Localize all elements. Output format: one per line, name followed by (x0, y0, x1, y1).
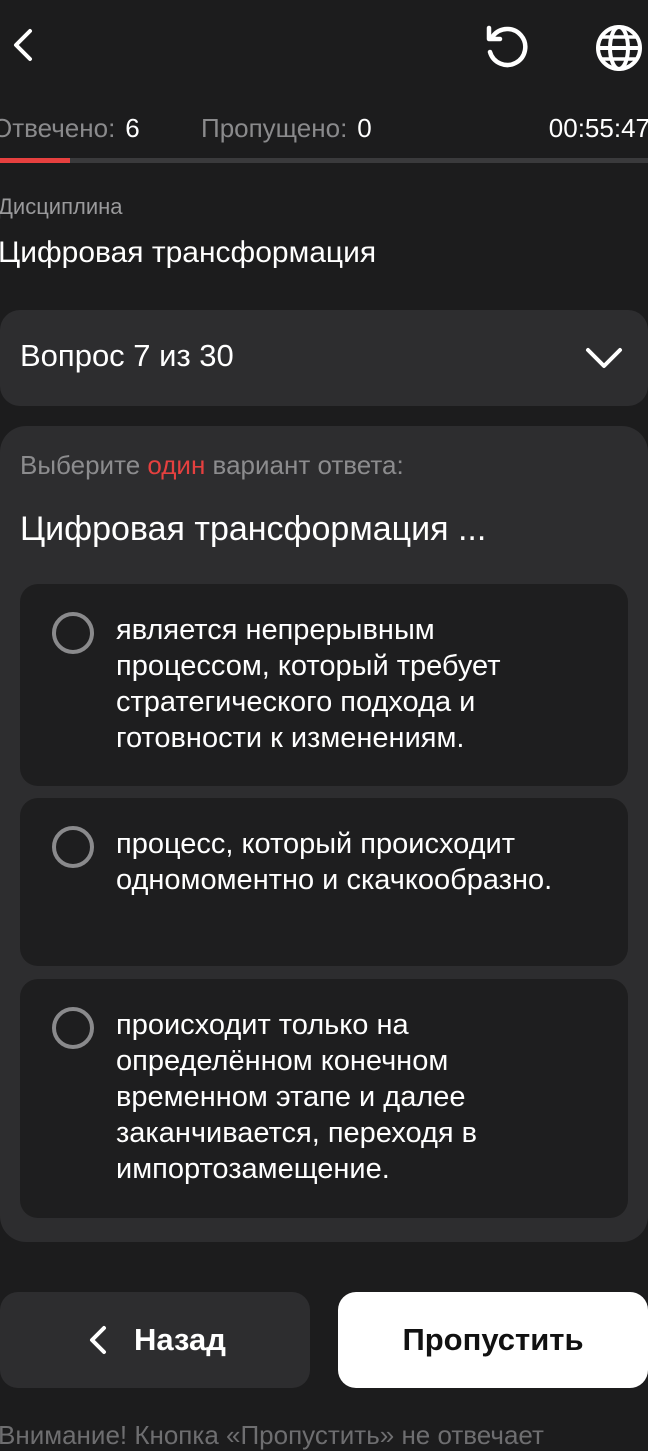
question-card: Выберите один вариант ответа: Цифровая т… (0, 426, 648, 1242)
instruction-text-end: вариант ответа: (205, 450, 404, 480)
discipline-value: Цифровая трансформация (0, 236, 377, 269)
progress-fill (0, 158, 70, 163)
timer: 00:55:47 (548, 113, 648, 143)
answer-option[interactable]: происходит только на определённом конечн… (20, 979, 628, 1218)
answer-option[interactable]: является непрерывным процессом, который … (20, 584, 628, 786)
rotate-ccw-icon (486, 25, 528, 68)
stats-row: Отвечено: 6 Пропущено: 0 00:55:47 (0, 108, 648, 148)
chevron-left-icon (90, 1326, 106, 1354)
question-selector[interactable]: Вопрос 7 из 30 (0, 310, 648, 406)
answer-option[interactable]: процесс, который происходит одномоментно… (20, 798, 628, 966)
question-selector-label: Вопрос 7 из 30 (20, 338, 234, 373)
radio-button[interactable] (52, 826, 94, 868)
previous-button[interactable]: Назад (0, 1292, 310, 1388)
radio-button[interactable] (52, 612, 94, 654)
chevron-left-icon (14, 29, 32, 61)
globe-icon (596, 25, 642, 71)
question-title: Цифровая трансформация ... (20, 510, 487, 548)
answered-label: Отвечено: (0, 113, 116, 143)
skip-button[interactable]: Пропустить (338, 1292, 648, 1388)
answer-option-text: является непрерывным процессом, который … (116, 614, 501, 754)
answer-instruction: Выберите один вариант ответа: (20, 450, 404, 481)
instruction-text-start: Выберите (20, 450, 148, 480)
previous-button-label: Назад (134, 1322, 226, 1357)
instruction-accent: один (147, 450, 206, 480)
skipped-stat: Пропущено: 0 (201, 108, 372, 148)
footer-note: Внимание! Кнопка «Пропустить» не отвечае… (0, 1420, 544, 1450)
answered-stat: Отвечено: 6 (0, 108, 140, 148)
chevron-down-icon (586, 348, 622, 368)
progress-bar (0, 158, 648, 163)
answered-value: 6 (125, 113, 140, 143)
answer-option-text: происходит только на определённом конечн… (116, 1009, 478, 1185)
skip-button-label: Пропустить (402, 1322, 584, 1357)
answer-option-text: процесс, который происходит одномоментно… (116, 828, 553, 896)
radio-button[interactable] (52, 1007, 94, 1049)
discipline-label: Дисциплина (0, 194, 123, 219)
skipped-value: 0 (357, 113, 372, 143)
back-button[interactable] (0, 20, 44, 70)
language-button[interactable] (590, 20, 648, 76)
reset-button[interactable] (476, 20, 538, 76)
skipped-label: Пропущено: (201, 113, 348, 143)
